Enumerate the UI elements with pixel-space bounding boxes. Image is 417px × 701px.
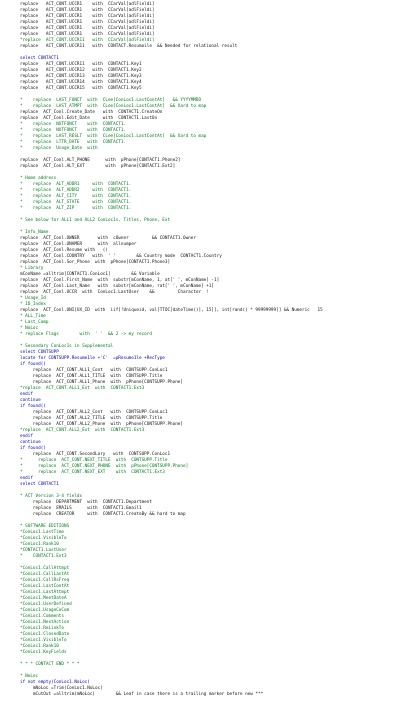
code-line: *replace ACT_CONT.ALL1_Ext with CONTACT1… bbox=[20, 386, 145, 391]
code-line: *ConLoc1.KeyFields bbox=[20, 650, 67, 655]
code-line: * replace ACT_CONT.NEXT_EXT with CONTACT… bbox=[20, 470, 165, 475]
code-line: replace ACT_CONT.UCCR15 with CONTACT1.Ke… bbox=[20, 86, 142, 91]
code-line: * See below for ALL1 and ALL2 ConLoc1s, … bbox=[20, 218, 171, 223]
code-line: * replace Usage_Date with bbox=[20, 146, 98, 151]
code-line: replace ACT_Conl.UCCR with ConLoc1.LastU… bbox=[20, 290, 209, 295]
code-line: replace ACT_Conl.ALT_EXT with pPhone[CON… bbox=[20, 164, 176, 169]
code-line: * CONTACT1.Ext3 bbox=[20, 554, 67, 559]
code-line: * * * CONTACT END * * * bbox=[20, 662, 80, 667]
code-line: replace ACT_CONT.UCCR11 with CONTACT.Res… bbox=[20, 44, 238, 49]
code-line: mCutOut =alltrim(mNoLoc) && Leaf in case… bbox=[20, 692, 264, 697]
code-line: * replace ALT_ZIP with CONTACT1. bbox=[20, 206, 132, 211]
code-line: *replace ACT_CONT.ALL2_Ext with CONTACT1… bbox=[20, 428, 145, 433]
code-line: * replace Flags with ' ' && 2 -> my reco… bbox=[20, 332, 152, 337]
code-line: replace ACT_Conl.UNI[UX_ID with iif[!Uni… bbox=[20, 308, 323, 313]
code-line: replace CREATOR with CONTACT1.CreateBy &… bbox=[20, 512, 186, 517]
code-editor[interactable]: replace ACT_CONT.UCCR1 with CCarVal[adlF… bbox=[0, 0, 417, 701]
code-line: select CONTACT1 bbox=[20, 482, 59, 487]
